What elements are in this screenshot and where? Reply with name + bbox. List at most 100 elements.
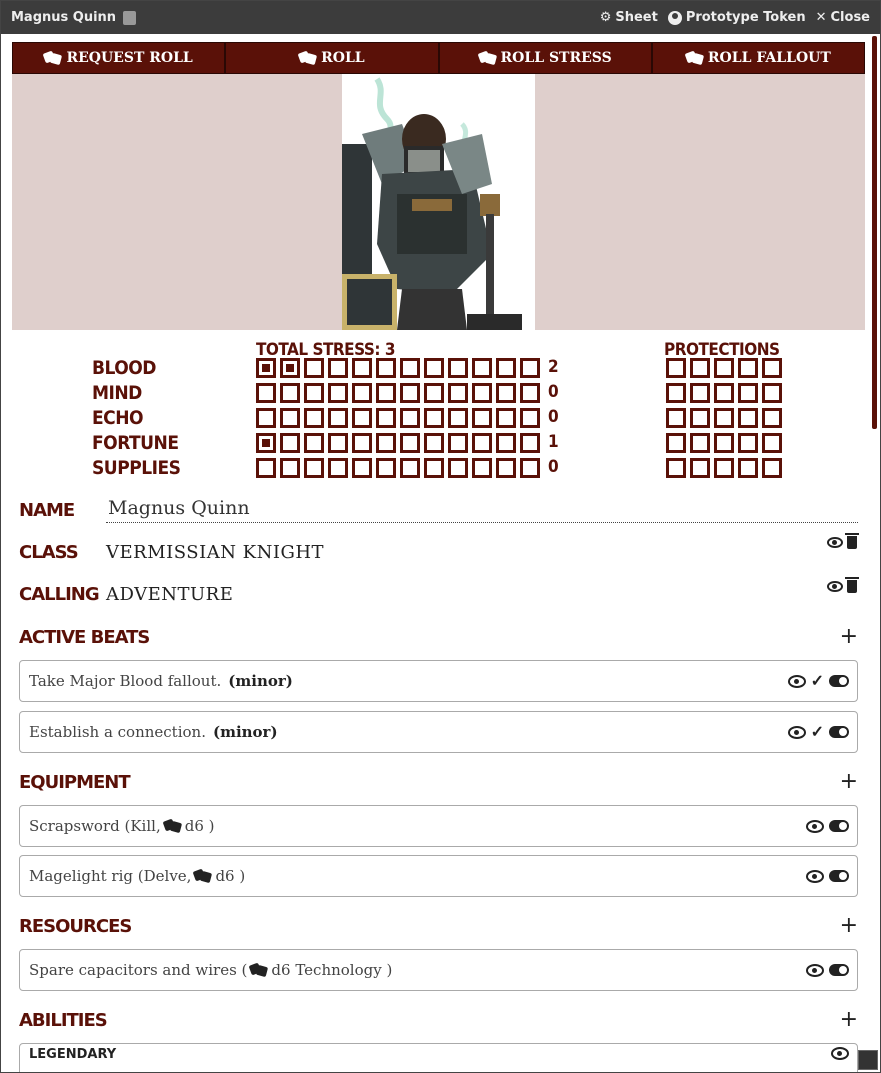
stress-checkbox[interactable] — [256, 433, 276, 453]
stress-checkbox[interactable] — [448, 408, 468, 428]
stress-checkbox[interactable] — [472, 458, 492, 478]
prototype-token-button[interactable]: Prototype Token — [667, 10, 806, 25]
resize-handle-icon[interactable] — [858, 1050, 878, 1070]
stress-checkbox[interactable] — [328, 433, 348, 453]
stress-checkbox[interactable] — [400, 458, 420, 478]
check-icon[interactable]: ✓ — [811, 673, 824, 689]
stress-checkbox[interactable] — [448, 458, 468, 478]
add-ability-icon[interactable]: + — [840, 1009, 858, 1031]
character-portrait[interactable] — [342, 74, 535, 330]
protection-checkbox[interactable] — [738, 408, 758, 428]
window-titlebar[interactable]: Magnus Quinn ⚙ Sheet Prototype Token ✕ C… — [1, 1, 880, 34]
dice-icon[interactable] — [164, 819, 182, 833]
stress-checkbox[interactable] — [352, 433, 372, 453]
toggle-icon[interactable] — [829, 675, 849, 687]
sheet-button[interactable]: ⚙ Sheet — [600, 10, 658, 25]
stress-checkbox[interactable] — [496, 458, 516, 478]
stress-checkbox[interactable] — [520, 358, 540, 378]
eye-icon[interactable] — [787, 674, 806, 688]
scrollbar[interactable] — [872, 36, 877, 429]
stress-checkbox[interactable] — [472, 408, 492, 428]
toggle-icon[interactable] — [829, 964, 849, 976]
stress-checkbox[interactable] — [304, 408, 324, 428]
stress-checkbox[interactable] — [448, 358, 468, 378]
toggle-icon[interactable] — [829, 726, 849, 738]
stress-checkbox[interactable] — [520, 408, 540, 428]
class-value[interactable]: VERMISSIAN KNIGHT — [106, 542, 858, 563]
protection-checkbox[interactable] — [762, 383, 782, 403]
stress-checkbox[interactable] — [496, 383, 516, 403]
add-equipment-icon[interactable]: + — [840, 771, 858, 793]
stress-checkbox[interactable] — [256, 358, 276, 378]
roll-stress-button[interactable]: ROLL STRESS — [440, 43, 653, 73]
stress-checkbox[interactable] — [400, 358, 420, 378]
stress-checkbox[interactable] — [424, 408, 444, 428]
stress-checkbox[interactable] — [352, 458, 372, 478]
stress-checkbox[interactable] — [304, 433, 324, 453]
stress-checkbox[interactable] — [496, 433, 516, 453]
journal-icon[interactable] — [123, 10, 137, 25]
protection-checkbox[interactable] — [714, 433, 734, 453]
stress-checkbox[interactable] — [400, 383, 420, 403]
stress-checkbox[interactable] — [280, 408, 300, 428]
eye-icon[interactable] — [827, 581, 843, 592]
stress-checkbox[interactable] — [256, 383, 276, 403]
stress-checkbox[interactable] — [520, 458, 540, 478]
stress-checkbox[interactable] — [352, 358, 372, 378]
protection-checkbox[interactable] — [762, 358, 782, 378]
stress-checkbox[interactable] — [424, 433, 444, 453]
stress-checkbox[interactable] — [280, 433, 300, 453]
request-roll-button[interactable]: REQUEST ROLL — [13, 43, 227, 73]
protection-checkbox[interactable] — [738, 358, 758, 378]
stress-checkbox[interactable] — [376, 358, 396, 378]
stress-checkbox[interactable] — [520, 433, 540, 453]
stress-checkbox[interactable] — [304, 458, 324, 478]
protection-checkbox[interactable] — [762, 433, 782, 453]
stress-checkbox[interactable] — [400, 408, 420, 428]
roll-fallout-button[interactable]: ROLL FALLOUT — [653, 43, 864, 73]
stress-checkbox[interactable] — [424, 383, 444, 403]
roll-button[interactable]: ROLL — [226, 43, 440, 73]
stress-checkbox[interactable] — [352, 408, 372, 428]
stress-checkbox[interactable] — [376, 383, 396, 403]
stress-checkbox[interactable] — [448, 383, 468, 403]
eye-icon[interactable] — [787, 725, 806, 739]
protection-checkbox[interactable] — [738, 383, 758, 403]
stress-checkbox[interactable] — [496, 358, 516, 378]
protection-checkbox[interactable] — [714, 408, 734, 428]
stress-checkbox[interactable] — [328, 383, 348, 403]
eye-icon[interactable] — [806, 869, 824, 883]
stress-checkbox[interactable] — [304, 383, 324, 403]
eye-icon[interactable] — [831, 1047, 849, 1060]
stress-checkbox[interactable] — [424, 358, 444, 378]
stress-checkbox[interactable] — [328, 458, 348, 478]
stress-checkbox[interactable] — [328, 408, 348, 428]
trash-icon[interactable] — [845, 577, 859, 593]
protection-checkbox[interactable] — [690, 458, 710, 478]
stress-checkbox[interactable] — [472, 433, 492, 453]
protection-checkbox[interactable] — [666, 383, 686, 403]
stress-checkbox[interactable] — [520, 383, 540, 403]
protection-checkbox[interactable] — [738, 433, 758, 453]
protection-checkbox[interactable] — [690, 358, 710, 378]
stress-checkbox[interactable] — [472, 358, 492, 378]
eye-icon[interactable] — [806, 963, 824, 977]
stress-checkbox[interactable] — [280, 458, 300, 478]
protection-checkbox[interactable] — [666, 358, 686, 378]
protection-checkbox[interactable] — [714, 383, 734, 403]
stress-checkbox[interactable] — [376, 408, 396, 428]
calling-value[interactable]: ADVENTURE — [106, 584, 858, 605]
stress-checkbox[interactable] — [376, 433, 396, 453]
eye-icon[interactable] — [806, 819, 824, 833]
name-input[interactable]: Magnus Quinn — [106, 497, 858, 523]
protection-checkbox[interactable] — [762, 458, 782, 478]
eye-icon[interactable] — [827, 537, 843, 548]
stress-checkbox[interactable] — [496, 408, 516, 428]
stress-checkbox[interactable] — [400, 433, 420, 453]
dice-icon[interactable] — [194, 869, 212, 883]
stress-checkbox[interactable] — [472, 383, 492, 403]
protection-checkbox[interactable] — [762, 408, 782, 428]
stress-checkbox[interactable] — [280, 383, 300, 403]
close-button[interactable]: ✕ Close — [816, 10, 870, 25]
protection-checkbox[interactable] — [714, 358, 734, 378]
